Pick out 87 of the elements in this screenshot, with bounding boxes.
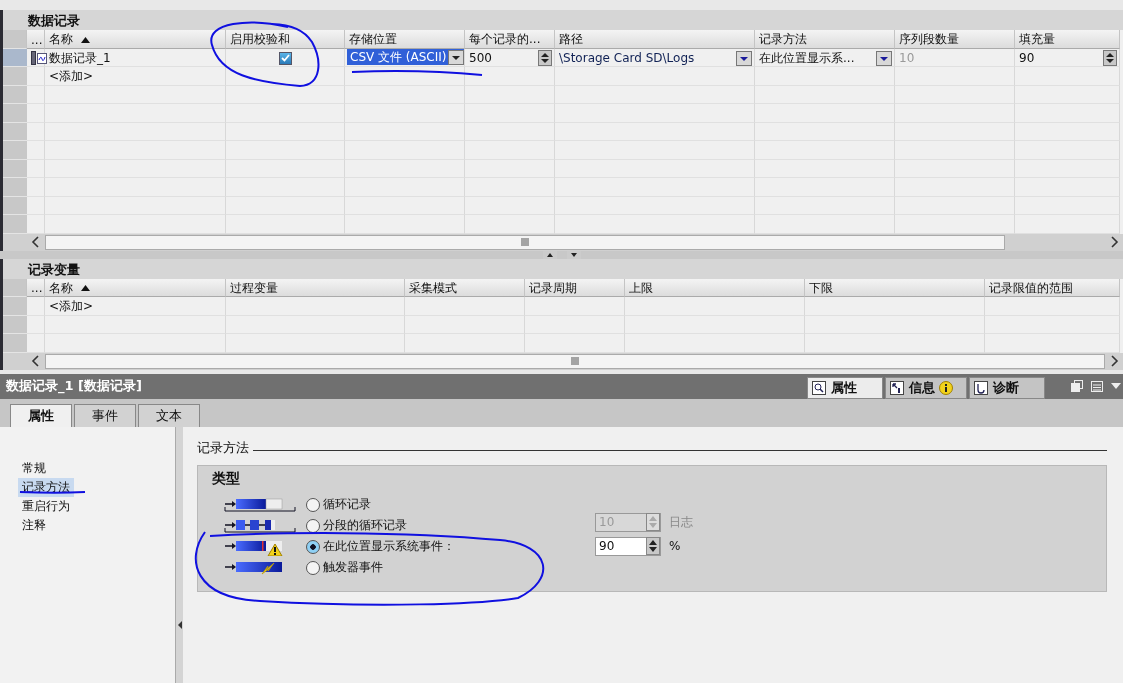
column-header[interactable]: 每个记录的... (465, 30, 555, 49)
logging-mode-drawing (224, 495, 296, 514)
nav-item[interactable]: 常规 (18, 458, 50, 478)
table-cell (27, 334, 45, 353)
table-cell (27, 178, 45, 197)
column-header[interactable]: 存储位置 (345, 30, 465, 49)
table-cell (27, 104, 45, 123)
panel-tab[interactable]: 诊断 (969, 376, 1045, 399)
cell-value: 500 (469, 51, 492, 66)
radio-button[interactable] (306, 497, 320, 512)
panel-splitter[interactable] (175, 426, 183, 683)
column-header[interactable]: ... (27, 30, 45, 49)
restore-window-icon (1071, 380, 1083, 392)
tab[interactable]: 事件 (74, 403, 136, 427)
grip-icon (521, 238, 529, 246)
check-icon (280, 54, 290, 63)
column-header[interactable]: 记录方法 (755, 30, 895, 49)
spinner-icon (646, 513, 660, 531)
info-icon (889, 379, 905, 396)
grip-icon (571, 357, 579, 365)
add-row-cell[interactable]: <添加> (45, 297, 226, 316)
dropdown-field[interactable]: CSV 文件 (ASCII) (347, 49, 464, 66)
table-cell (27, 122, 45, 141)
warning-dot-icon (939, 380, 953, 395)
section-title: 记录变量 (3, 258, 1123, 279)
radio-option[interactable]: 触发器事件 (306, 559, 383, 576)
annotation-underline (19, 491, 86, 494)
number-spin-field: 10 (595, 512, 661, 532)
table-cell (27, 196, 45, 215)
section-title: 数据记录 (3, 10, 1123, 30)
data-log-icon (31, 51, 47, 66)
inspector-title: 数据记录_1 [数据记录] (6, 377, 143, 395)
nav-item[interactable]: 记录方法 (18, 477, 74, 497)
table-cell (27, 85, 45, 104)
radio-option[interactable]: 在此位置显示系统事件： (306, 538, 455, 555)
column-header[interactable]: 名称 (45, 30, 226, 49)
scroll-thumb[interactable] (45, 353, 1105, 369)
table-cell (27, 315, 45, 334)
panel-tab[interactable]: 信息 (885, 376, 967, 399)
row-header-cell (3, 334, 27, 353)
row-header-cell (3, 141, 27, 160)
cell-value: \Storage Card SD\Logs (559, 51, 695, 66)
table-cell (27, 215, 45, 234)
section-heading: 记录方法 (197, 438, 249, 457)
row-header-cell[interactable] (3, 67, 27, 86)
unit-label: % (669, 539, 681, 553)
column-header[interactable]: 填充量 (1015, 30, 1120, 49)
tab[interactable]: 属性 (10, 403, 72, 427)
dropdown-arrow-icon (1111, 382, 1121, 390)
spinner-icon (1103, 50, 1117, 67)
row-header-cell[interactable] (3, 297, 27, 316)
group-title: 类型 (212, 469, 241, 488)
panel-tab[interactable]: 属性 (807, 376, 883, 399)
table-cell: 10 (895, 48, 1015, 67)
sort-ascending-icon (81, 36, 90, 43)
number-spin-field[interactable]: 90 (595, 536, 661, 556)
row-header-cell (3, 215, 27, 234)
row-header-cell (3, 178, 27, 197)
table-cell (27, 141, 45, 160)
cell-value: 90 (1019, 51, 1035, 66)
radio-option[interactable]: 分段的循环记录 (306, 517, 407, 534)
magnifier-icon (811, 379, 827, 396)
radio-option[interactable]: 循环记录 (306, 496, 371, 513)
table-cell: 数据记录_1 (45, 48, 226, 67)
column-header[interactable]: 启用校验和 (226, 30, 345, 49)
cell-value: 在此位置显示系... (759, 49, 855, 67)
spinner-icon (646, 537, 660, 555)
row-header-cell (3, 104, 27, 123)
add-row-cell[interactable]: <添加> (45, 67, 226, 86)
nav-item[interactable]: 重启行为 (18, 496, 74, 516)
tab[interactable]: 文本 (138, 403, 200, 427)
radio-button[interactable] (306, 518, 320, 533)
scroll-thumb[interactable] (45, 234, 1005, 250)
column-header[interactable]: 序列段数量 (895, 30, 1015, 49)
table-cell (27, 159, 45, 178)
radio-button[interactable] (306, 560, 320, 575)
nav-item[interactable]: 注释 (18, 515, 50, 535)
radio-button[interactable] (306, 539, 320, 554)
row-header-cell (3, 30, 27, 49)
spinner-icon (538, 50, 552, 67)
diagnostics-icon (973, 379, 989, 396)
list-menu-icon (1091, 380, 1103, 392)
table-cell (27, 297, 45, 316)
checkbox[interactable] (278, 51, 292, 65)
column-header[interactable]: 路径 (555, 30, 755, 49)
unit-label: 日志 (669, 513, 693, 531)
sort-ascending-icon (81, 285, 90, 292)
